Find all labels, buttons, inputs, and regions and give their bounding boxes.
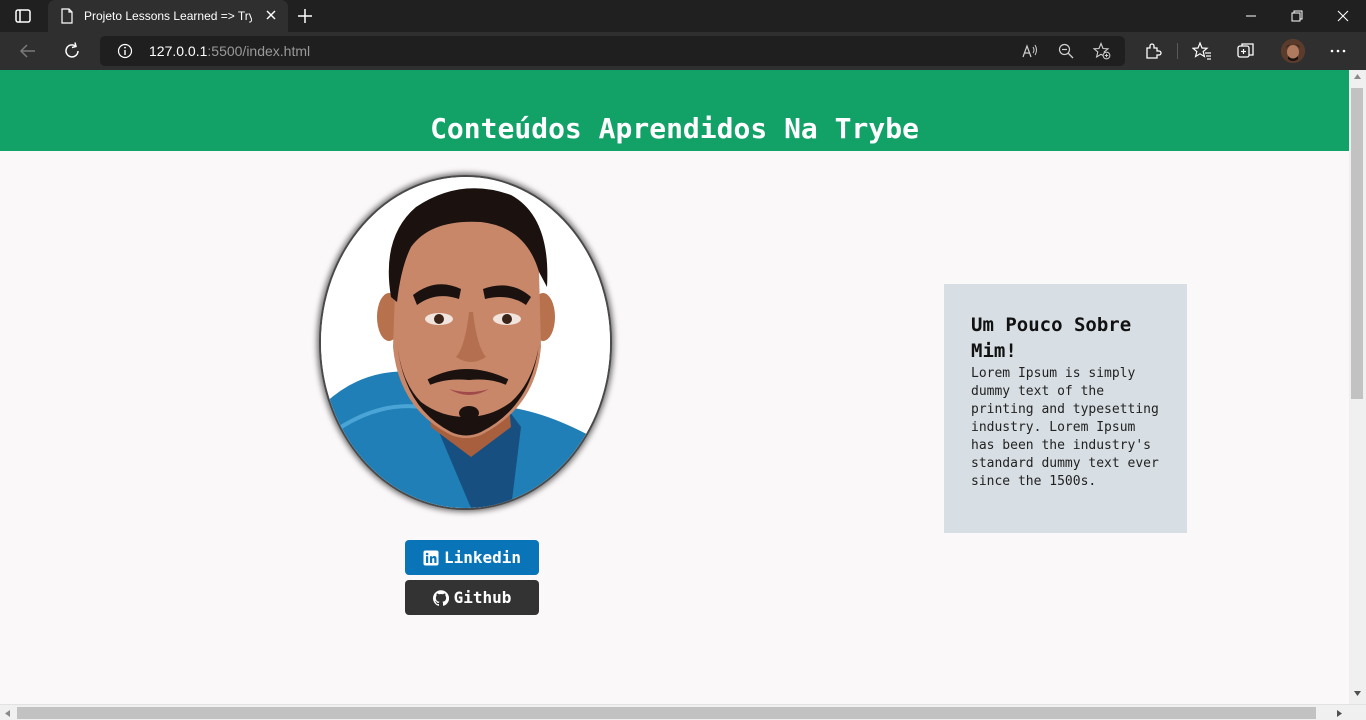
browser-tab-bar: Projeto Lessons Learned => Trybe bbox=[0, 0, 1366, 32]
collections-icon[interactable] bbox=[1236, 41, 1256, 61]
close-window-icon[interactable] bbox=[1320, 0, 1366, 32]
close-tab-icon[interactable] bbox=[264, 8, 278, 22]
github-button[interactable]: Github bbox=[405, 580, 539, 615]
more-options-icon[interactable] bbox=[1328, 41, 1348, 61]
page-icon bbox=[61, 8, 73, 24]
url-text[interactable]: 127.0.0.1:5500/index.html bbox=[149, 43, 310, 59]
scroll-down-arrow-icon[interactable] bbox=[1353, 689, 1362, 697]
new-tab-icon[interactable] bbox=[296, 7, 314, 25]
scroll-left-arrow-icon[interactable] bbox=[4, 709, 12, 718]
url-host: 127.0.0.1 bbox=[149, 43, 208, 59]
add-favorite-icon[interactable] bbox=[1093, 42, 1111, 60]
profile-avatar[interactable] bbox=[1281, 39, 1305, 63]
scroll-right-arrow-icon[interactable] bbox=[1335, 709, 1343, 718]
back-arrow-icon[interactable] bbox=[18, 41, 38, 61]
vertical-scroll-thumb[interactable] bbox=[1351, 88, 1363, 399]
restore-window-icon[interactable] bbox=[1274, 0, 1320, 32]
reload-icon[interactable] bbox=[62, 41, 82, 61]
profile-avatar-image bbox=[1281, 39, 1305, 63]
scroll-up-arrow-icon[interactable] bbox=[1353, 73, 1362, 81]
url-path: :5500/index.html bbox=[207, 43, 311, 59]
horizontal-scrollbar[interactable] bbox=[0, 704, 1366, 720]
address-bar[interactable]: 127.0.0.1:5500/index.html bbox=[100, 36, 1125, 66]
profile-illustration bbox=[321, 177, 610, 508]
about-text: Lorem Ipsum is simply dummy text of the … bbox=[971, 366, 1159, 489]
linkedin-icon bbox=[423, 550, 439, 565]
minimize-window-icon[interactable] bbox=[1228, 0, 1274, 32]
page-title: Conteúdos Aprendidos Na Trybe bbox=[430, 112, 919, 145]
read-aloud-icon[interactable] bbox=[1021, 42, 1039, 60]
tab-actions-icon[interactable] bbox=[14, 7, 32, 25]
profile-photo bbox=[319, 175, 612, 510]
info-icon[interactable] bbox=[117, 43, 133, 59]
page-viewport: Conteúdos Aprendidos Na Trybe Linkedin G… bbox=[0, 70, 1349, 704]
browser-toolbar: 127.0.0.1:5500/index.html bbox=[0, 32, 1366, 70]
horizontal-scroll-thumb[interactable] bbox=[17, 707, 1316, 719]
tab-title: Projeto Lessons Learned => Trybe bbox=[84, 9, 252, 23]
linkedin-button-label: Linkedin bbox=[443, 548, 522, 567]
zoom-out-icon[interactable] bbox=[1057, 42, 1075, 60]
linkedin-button[interactable]: Linkedin bbox=[405, 540, 539, 575]
extensions-icon[interactable] bbox=[1143, 41, 1163, 61]
vertical-scrollbar[interactable] bbox=[1349, 70, 1366, 704]
about-title: Um Pouco Sobre Mim! bbox=[971, 314, 1132, 362]
site-header: Conteúdos Aprendidos Na Trybe bbox=[0, 70, 1349, 151]
favorites-icon[interactable] bbox=[1192, 41, 1212, 61]
toolbar-separator bbox=[1177, 43, 1178, 59]
browser-tab-active[interactable]: Projeto Lessons Learned => Trybe bbox=[48, 0, 288, 32]
github-icon bbox=[432, 589, 449, 606]
github-button-label: Github bbox=[453, 588, 512, 607]
about-card: Um Pouco Sobre Mim! Lorem Ipsum is simpl… bbox=[944, 284, 1187, 533]
